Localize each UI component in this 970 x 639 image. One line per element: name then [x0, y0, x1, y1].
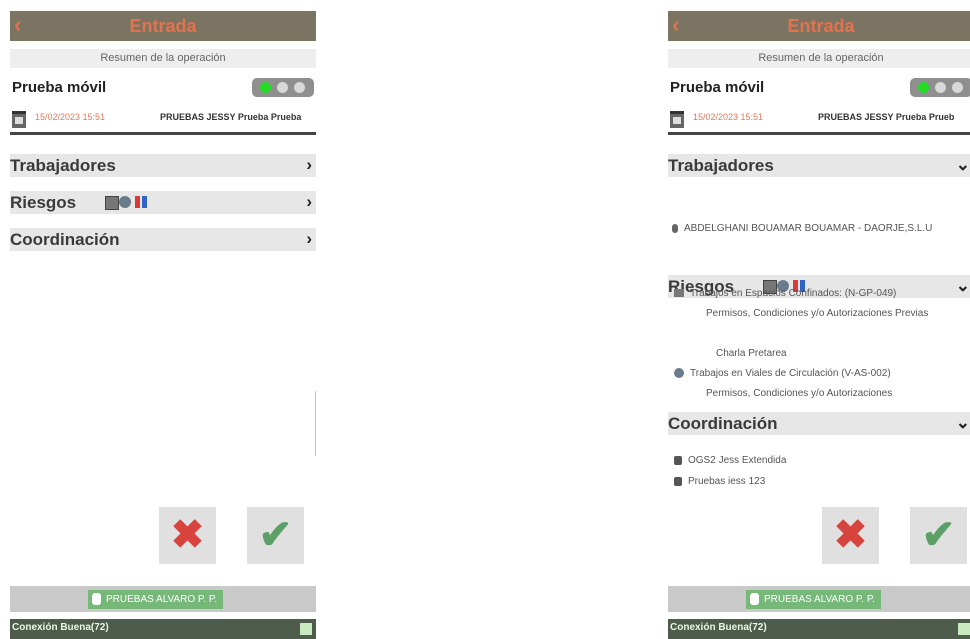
risk-item[interactable]: Trabajos en Espacios Confinados: (N-GP-0… — [674, 288, 896, 299]
status-toggle[interactable] — [910, 78, 970, 97]
summary-label: Resumen de la operación — [668, 49, 970, 68]
summary-label: Resumen de la operación — [10, 49, 316, 68]
person-blue-icon — [142, 196, 147, 208]
user-bar: PRUEBAS ALVARO P. P. — [10, 586, 316, 612]
risk-subitem[interactable]: Permisos, Condiciones y/o Autorizaciones — [706, 388, 892, 399]
toggle-dot-green — [260, 82, 271, 93]
cancel-button[interactable]: ✖ — [822, 507, 879, 564]
connection-bar: Conexión Buena(72) — [10, 619, 316, 639]
risk-label: Trabajos en Viales de Circulación (V-AS-… — [690, 368, 891, 379]
risk-subitem[interactable]: Charla Pretarea — [716, 348, 787, 360]
chevron-right-icon: › — [306, 192, 312, 211]
page-title: Entrada — [787, 16, 855, 36]
toggle-dot — [294, 82, 305, 93]
section-title: Coordinación — [668, 414, 778, 433]
connection-indicator — [300, 623, 312, 635]
check-icon: ✔ — [921, 513, 956, 557]
worker-item[interactable]: ABDELGHANI BOUAMAR BOUAMAR - DAORJE,S.L.… — [672, 223, 932, 234]
toggle-dot — [935, 82, 946, 93]
coordination-label: OGS2 Jess Extendida — [688, 455, 787, 466]
section-trabajadores[interactable]: Trabajadores › — [10, 154, 316, 177]
cross-icon: ✖ — [833, 513, 868, 557]
connection-status: Conexión Buena(72) — [670, 622, 767, 633]
operation-title: Prueba móvil — [670, 79, 765, 96]
section-title: Coordinación — [10, 230, 120, 249]
entrada-screen-collapsed: ‹ Entrada Resumen de la operación Prueba… — [10, 11, 316, 639]
confined-space-icon — [674, 289, 684, 298]
toggle-dot — [952, 82, 963, 93]
operation-date: 15/02/2023 15:51 — [693, 112, 764, 122]
user-bar: PRUEBAS ALVARO P. P. — [668, 586, 970, 612]
hand-icon — [674, 455, 682, 465]
check-icon: ✔ — [258, 513, 293, 557]
calendar-icon — [12, 111, 26, 128]
user-chip[interactable]: PRUEBAS ALVARO P. P. — [88, 590, 223, 609]
calendar-icon — [670, 111, 684, 128]
chevron-right-icon: › — [306, 155, 312, 174]
chevron-down-icon: ⌄ — [955, 276, 970, 295]
accept-button[interactable]: ✔ — [247, 507, 304, 564]
coordination-item[interactable]: OGS2 Jess Extendida — [674, 455, 786, 466]
person-red-icon — [135, 196, 140, 208]
toggle-dot-green — [918, 82, 929, 93]
section-title: Trabajadores — [668, 156, 774, 175]
divider — [668, 132, 970, 135]
app-header: ‹ Entrada — [10, 11, 316, 41]
connection-status: Conexión Buena(72) — [12, 622, 109, 633]
section-title: Trabajadores — [10, 156, 116, 175]
divider — [10, 132, 316, 135]
person-icon — [672, 223, 678, 233]
road-worker-icon — [119, 196, 131, 208]
chevron-right-icon: › — [306, 229, 312, 248]
operation-date: 15/02/2023 15:51 — [35, 112, 106, 122]
road-worker-icon — [674, 368, 684, 379]
user-chip[interactable]: PRUEBAS ALVARO P. P. — [746, 590, 881, 609]
risk-subitem[interactable]: Permisos, Condiciones y/o Autorizaciones… — [706, 308, 966, 320]
section-title: Riesgos — [10, 193, 77, 212]
section-trabajadores[interactable]: Trabajadores ⌄ — [668, 154, 970, 177]
hand-icon — [674, 476, 682, 486]
scrollbar[interactable] — [315, 391, 316, 456]
chevron-down-icon: ⌄ — [955, 155, 970, 174]
risk-label: Trabajos en Espacios Confinados: (N-GP-0… — [690, 288, 897, 299]
risk-icons — [105, 194, 155, 210]
risk-item[interactable]: Trabajos en Viales de Circulación (V-AS-… — [674, 368, 891, 379]
operation-user: PRUEBAS JESSY Prueba Prueba — [160, 112, 302, 122]
connection-bar: Conexión Buena(72) — [668, 619, 970, 639]
cancel-button[interactable]: ✖ — [159, 507, 216, 564]
page-title: Entrada — [129, 16, 197, 36]
operation-title: Prueba móvil — [12, 79, 107, 96]
user-name: PRUEBAS ALVARO P. P. — [106, 594, 217, 605]
app-header: ‹ Entrada — [668, 11, 970, 41]
operation-user: PRUEBAS JESSY Prueba Prueb — [818, 112, 955, 122]
user-icon — [92, 593, 101, 605]
section-riesgos[interactable]: Riesgos › — [10, 191, 316, 214]
worker-name: ABDELGHANI BOUAMAR BOUAMAR - DAORJE,S.L.… — [684, 223, 933, 234]
user-icon — [750, 593, 759, 605]
chevron-down-icon: ⌄ — [955, 413, 970, 432]
status-toggle[interactable] — [252, 78, 314, 97]
coordination-item[interactable]: Pruebas iess 123 — [674, 476, 765, 487]
entrada-screen-expanded: ‹ Entrada Resumen de la operación Prueba… — [668, 11, 970, 639]
section-coordinacion[interactable]: Coordinación ⌄ — [668, 412, 970, 435]
cross-icon: ✖ — [170, 513, 205, 557]
toggle-dot — [277, 82, 288, 93]
confined-space-icon — [105, 196, 119, 210]
accept-button[interactable]: ✔ — [910, 507, 967, 564]
user-name: PRUEBAS ALVARO P. P. — [764, 594, 875, 605]
section-coordinacion[interactable]: Coordinación › — [10, 228, 316, 251]
connection-indicator — [958, 623, 970, 635]
coordination-label: Pruebas iess 123 — [688, 476, 766, 487]
